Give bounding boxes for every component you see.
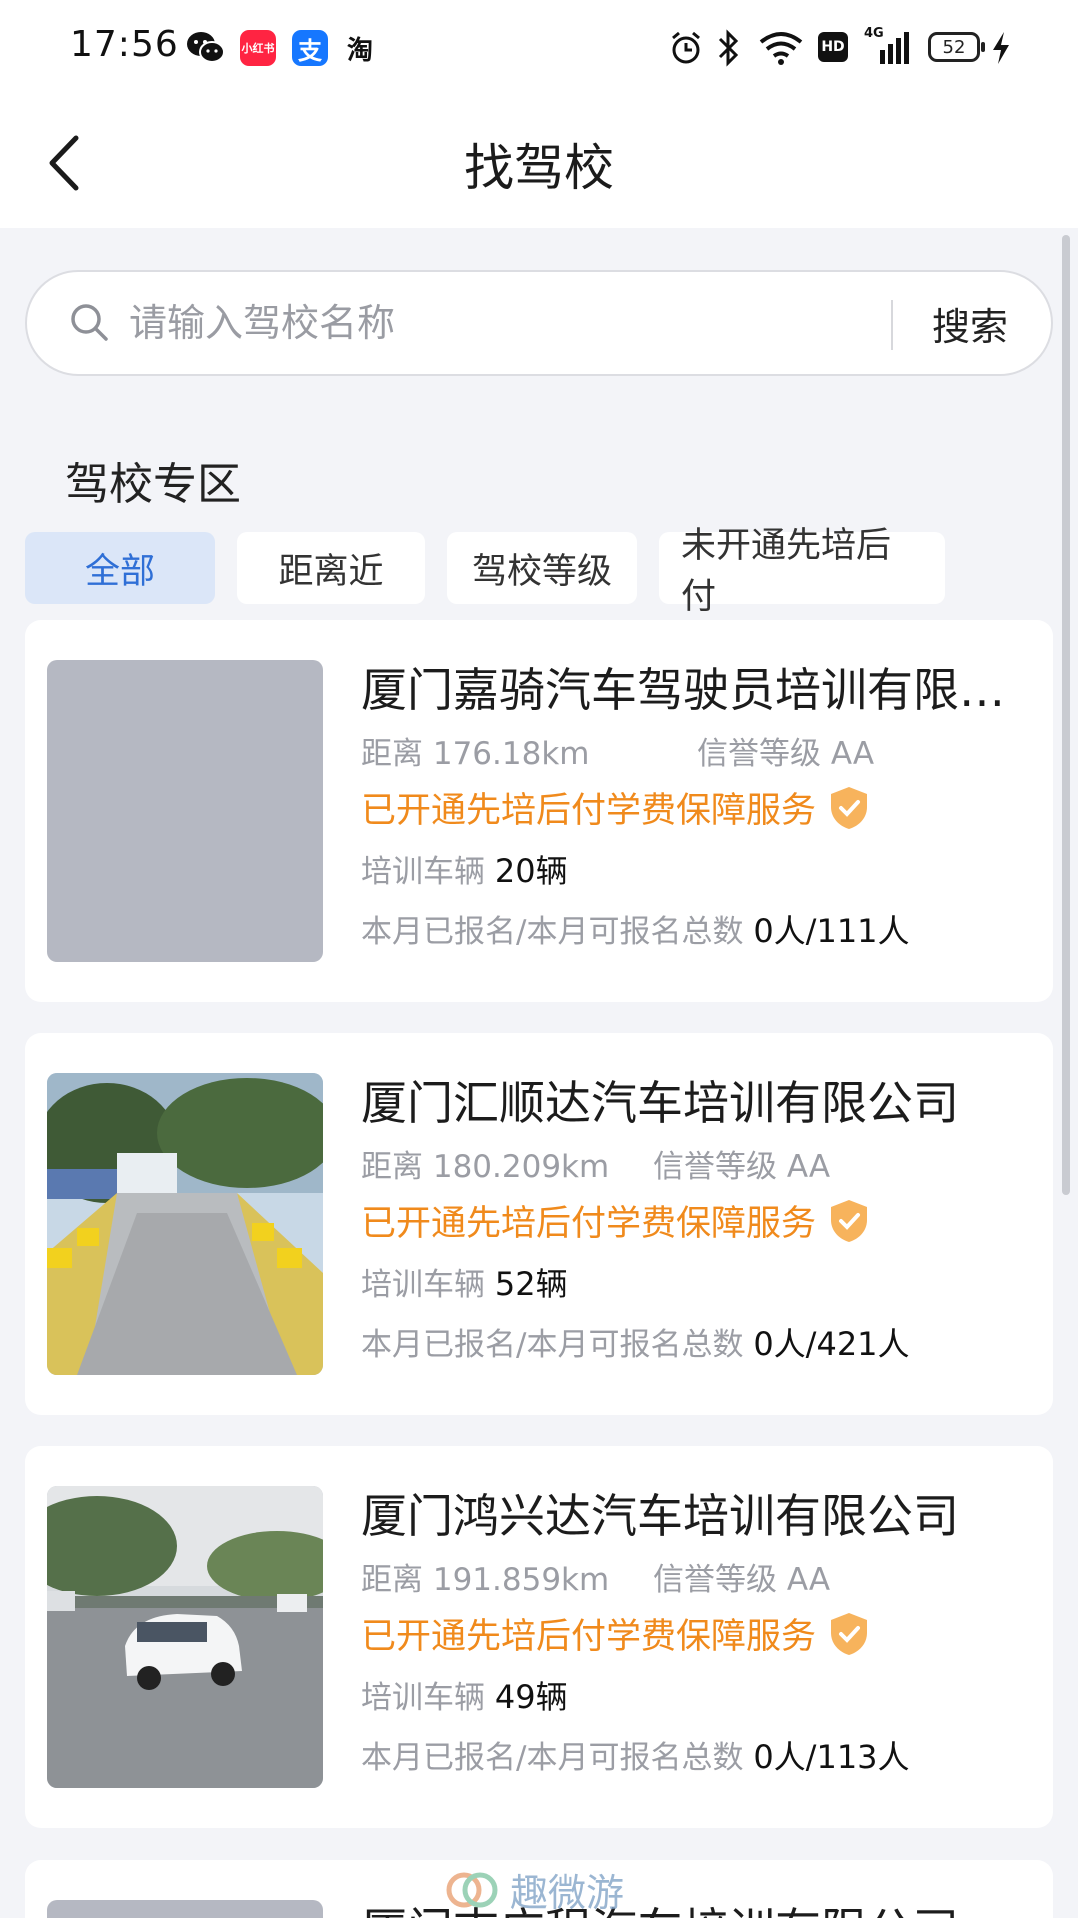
service-badge: 已开通先培后付学费保障服务	[361, 1608, 870, 1659]
shield-check-icon	[831, 786, 868, 829]
search-bar: 搜索	[25, 270, 1053, 376]
hd-icon: HD	[818, 32, 848, 62]
credit-rating: 信誉等级 AA	[697, 736, 875, 772]
tab-nearby[interactable]: 距离近	[237, 532, 425, 604]
charging-icon	[993, 32, 1009, 64]
school-photo-placeholder	[47, 1900, 323, 1918]
section-title: 驾校专区	[65, 459, 241, 510]
nav-bar: 找驾校	[0, 96, 1078, 228]
scrollbar[interactable]	[1062, 235, 1070, 1195]
shield-check-icon	[831, 1199, 868, 1242]
training-car-image	[47, 1486, 323, 1788]
tab-school-level[interactable]: 驾校等级	[447, 532, 637, 604]
wechat-icon	[187, 32, 225, 63]
school-card[interactable]: 厦门汇顺达汽车培训有限公司 距离 180.209km 信誉等级 AA 已开通先培…	[25, 1033, 1053, 1415]
tab-no-prepay[interactable]: 未开通先培后付	[659, 526, 945, 617]
vehicles-row: 培训车辆 49辆	[361, 1678, 568, 1716]
search-icon	[71, 304, 108, 341]
battery-icon: 52	[928, 32, 985, 62]
status-time: 17:56	[70, 24, 179, 65]
school-name: 厦门鸿兴达汽车培训有限公司	[361, 1489, 959, 1543]
enrollment-row: 本月已报名/本月可报名总数 0人/421人	[361, 1325, 910, 1363]
filter-tabs: 全部 距离近 驾校等级 未开通先培后付	[25, 526, 945, 617]
school-photo-placeholder	[47, 660, 323, 962]
credit-rating: 信誉等级 AA	[653, 1149, 831, 1185]
search-divider	[891, 300, 893, 350]
training-ramp-image	[47, 1073, 323, 1375]
watermark-logo-icon	[446, 1872, 498, 1907]
school-name: 厦门嘉骑汽车驾驶员培训有限公司	[361, 663, 1021, 717]
alarm-icon	[672, 31, 700, 64]
school-photo	[47, 1073, 323, 1375]
distance-row: 距离 191.859km	[361, 1562, 610, 1598]
distance-row: 距离 176.18km	[361, 736, 590, 772]
enrollment-row: 本月已报名/本月可报名总数 0人/113人	[361, 1738, 910, 1776]
vehicles-row: 培训车辆 20辆	[361, 852, 568, 890]
search-input[interactable]	[129, 294, 899, 352]
credit-rating: 信誉等级 AA	[653, 1562, 831, 1598]
distance-row: 距离 180.209km	[361, 1149, 610, 1185]
school-name: 厦门汇顺达汽车培训有限公司	[361, 1076, 959, 1130]
school-card[interactable]: 厦门嘉骑汽车驾驶员培训有限公司 距离 176.18km 信誉等级 AA 已开通先…	[25, 620, 1053, 1002]
xiaohongshu-icon: 小红书	[240, 30, 276, 66]
status-bar: 17:56 小红书 支 淘 HD 4G 52	[0, 0, 1078, 96]
taobao-icon: 淘	[346, 35, 373, 66]
school-card[interactable]: 厦门鸿兴达汽车培训有限公司 距离 191.859km 信誉等级 AA 已开通先培…	[25, 1446, 1053, 1828]
bluetooth-icon	[718, 29, 739, 67]
search-button[interactable]: 搜索	[932, 296, 1008, 351]
alipay-icon: 支	[292, 30, 328, 66]
tab-all[interactable]: 全部	[25, 532, 215, 604]
vehicles-row: 培训车辆 52辆	[361, 1265, 568, 1303]
service-badge: 已开通先培后付学费保障服务	[361, 1195, 870, 1246]
page-title: 找驾校	[464, 139, 614, 197]
wifi-icon	[759, 32, 803, 65]
enrollment-row: 本月已报名/本月可报名总数 0人/111人	[361, 912, 910, 950]
shield-check-icon	[831, 1612, 868, 1655]
signal-icon: 4G	[864, 26, 914, 66]
service-badge: 已开通先培后付学费保障服务	[361, 782, 870, 833]
school-photo	[47, 1486, 323, 1788]
watermark: 趣微游	[446, 1862, 624, 1917]
